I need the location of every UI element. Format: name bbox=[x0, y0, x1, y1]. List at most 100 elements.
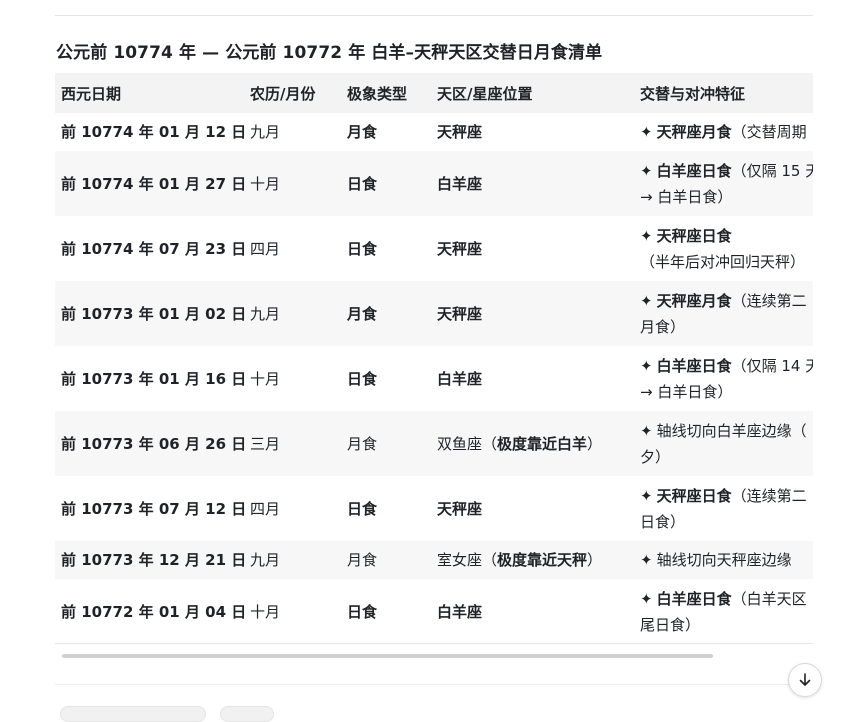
header-lunar: 农历/月份 bbox=[250, 84, 316, 103]
header-region: 天区/星座位置 bbox=[437, 84, 533, 103]
feature-line: ✦ 天秤座月食（交替周期 bbox=[640, 119, 813, 145]
feature-line-continued: 月食） bbox=[640, 317, 686, 336]
cell-features: ✦ 天秤座月食（连续第二月食） bbox=[634, 281, 813, 346]
region-emphasis: 极度靠近白羊 bbox=[497, 434, 588, 453]
feature-line: ✦ 天秤座月食（连续第二 bbox=[640, 288, 813, 314]
feature-detail: （白羊天区 bbox=[731, 589, 807, 608]
table-row: 前 10774 年 07 月 23 日四月 日食 天秤座 ✦ 天秤座日食 （半年后对冲回归… bbox=[55, 216, 813, 281]
feature-line-continued: → 白羊日食） bbox=[640, 187, 733, 206]
cell-features: ✦ 天秤座日食 （半年后对冲回归天秤） bbox=[634, 216, 813, 281]
feature-mark-icon: ✦ bbox=[640, 291, 653, 310]
feature-mark-icon: ✦ bbox=[640, 123, 653, 141]
feature-detail: （交替周期 bbox=[731, 123, 807, 141]
scroll-to-bottom-button[interactable] bbox=[788, 663, 822, 697]
cell-type: 月食 bbox=[347, 551, 378, 569]
feature-line: ✦ 白羊座日食（仅隔 15 天 bbox=[640, 158, 813, 184]
cell-region: 天秤座 bbox=[431, 476, 634, 541]
header-date: 西元日期 bbox=[61, 84, 122, 103]
cell-type: 月食 bbox=[347, 304, 378, 323]
feature-line: ✦ 天秤座日食 bbox=[640, 223, 813, 249]
cell-lunar: 九月 bbox=[250, 551, 281, 569]
cell-features: ✦ 天秤座月食（交替周期 bbox=[634, 113, 813, 151]
cell-date: 前 10773 年 01 月 16 日 bbox=[61, 369, 247, 388]
region-name: 天秤座 bbox=[437, 499, 483, 518]
feature-emphasis: 白羊座日食 bbox=[656, 356, 732, 375]
feature-line: ✦ 轴线切向天秤座边缘 bbox=[640, 547, 813, 573]
feature-detail: （连续第二 bbox=[731, 486, 807, 505]
cell-lunar: 四月 bbox=[250, 239, 281, 258]
table-row: 前 10773 年 01 月 16 日十月 日食 白羊座 ✦ 白羊座日食（仅隔 14 天… bbox=[55, 346, 813, 411]
cell-lunar: 九月 bbox=[250, 123, 281, 141]
action-chip[interactable] bbox=[60, 706, 206, 722]
table-row: 前 10773 年 07 月 12 日四月 日食 天秤座 ✦ 天秤座日食（连续第二 日食） bbox=[55, 476, 813, 541]
feature-line: ✦ 白羊座日食（仅隔 14 天 bbox=[640, 353, 813, 379]
cell-type: 日食 bbox=[347, 602, 378, 621]
cell-type: 月食 bbox=[347, 123, 378, 141]
cell-type: 日食 bbox=[347, 369, 378, 388]
cell-date: 前 10774 年 01 月 27 日 bbox=[61, 174, 247, 193]
cell-type: 月食 bbox=[347, 434, 378, 453]
feature-mark-icon: ✦ bbox=[640, 356, 653, 375]
feature-emphasis: 天秤座月食 bbox=[656, 123, 732, 141]
region-name: 白羊座 bbox=[437, 369, 483, 388]
feature-mark-icon: ✦ bbox=[640, 161, 653, 180]
action-chip[interactable] bbox=[220, 706, 274, 722]
region-name: 双鱼座（ bbox=[437, 434, 498, 453]
cell-lunar: 十月 bbox=[250, 602, 281, 621]
cell-features: ✦ 白羊座日食（白羊天区尾日食） bbox=[634, 579, 813, 644]
feature-detail: （仅隔 15 天 bbox=[731, 161, 813, 180]
horizontal-scrollbar[interactable] bbox=[62, 654, 713, 658]
cell-type: 日食 bbox=[347, 499, 378, 518]
table-row: 前 10773 年 12 月 21 日九月 月食 室女座（极度靠近天秤） ✦ 轴线切向天… bbox=[55, 541, 813, 579]
feature-mark-icon: ✦ bbox=[640, 421, 653, 440]
cell-region: 天秤座 bbox=[431, 216, 634, 281]
region-close: ） bbox=[587, 551, 603, 569]
cell-region: 天秤座 bbox=[431, 281, 634, 346]
table-row: 前 10774 年 01 月 12 日九月 月食 天秤座 ✦ 天秤座月食（交替周期 bbox=[55, 113, 813, 151]
cell-region: 室女座（极度靠近天秤） bbox=[431, 541, 634, 579]
table-row: 前 10773 年 01 月 02 日九月 月食 天秤座 ✦ 天秤座月食（连续第二 月食） bbox=[55, 281, 813, 346]
feature-mark-icon: ✦ bbox=[640, 226, 653, 245]
region-name: 白羊座 bbox=[437, 602, 483, 621]
table-row: 前 10774 年 01 月 27 日十月 日食 白羊座 ✦ 白羊座日食（仅隔 15 天… bbox=[55, 151, 813, 216]
header-features: 交替与对冲特征 bbox=[640, 84, 746, 103]
cell-lunar: 十月 bbox=[250, 174, 281, 193]
cell-features: ✦ 轴线切向天秤座边缘 bbox=[634, 541, 813, 579]
cell-region: 白羊座 bbox=[431, 346, 634, 411]
cell-date: 前 10773 年 07 月 12 日 bbox=[61, 499, 247, 518]
cell-date: 前 10774 年 07 月 23 日 bbox=[61, 239, 247, 258]
cell-region: 天秤座 bbox=[431, 113, 634, 151]
cell-features: ✦ 天秤座日食（连续第二 日食） bbox=[634, 476, 813, 541]
feature-line-continued: 尾日食） bbox=[640, 615, 701, 634]
table-row: 前 10773 年 06 月 26 日三月 月食 双鱼座（极度靠近白羊） ✦ 轴线切向白… bbox=[55, 411, 813, 476]
cell-features: ✦ 白羊座日食（仅隔 14 天 → 白羊日食） bbox=[634, 346, 813, 411]
feature-detail: （仅隔 14 天 bbox=[731, 356, 813, 375]
feature-emphasis: 天秤座月食 bbox=[656, 291, 732, 310]
feature-emphasis: 白羊座日食 bbox=[656, 161, 732, 180]
feature-mark-icon: ✦ bbox=[640, 589, 653, 608]
feature-line: ✦ 轴线切向白羊座边缘（ bbox=[640, 418, 813, 444]
cell-date: 前 10772 年 01 月 04 日 bbox=[61, 602, 247, 621]
feature-mark-icon: ✦ bbox=[640, 486, 653, 505]
table-bottom-divider bbox=[55, 643, 813, 644]
cell-lunar: 四月 bbox=[250, 499, 281, 518]
region-name: 室女座（ bbox=[437, 551, 498, 569]
region-close: ） bbox=[587, 434, 603, 453]
cell-features: ✦ 轴线切向白羊座边缘（ 夕） bbox=[634, 411, 813, 476]
eclipse-table: 西元日期 农历/月份 极象类型 天区/星座位置 交替与对冲特征 前 10774 … bbox=[55, 73, 813, 644]
feature-line-continued: → 白羊日食） bbox=[640, 382, 733, 401]
feature-emphasis: 白羊座日食 bbox=[656, 589, 732, 608]
cell-date: 前 10773 年 12 月 21 日 bbox=[61, 551, 247, 569]
header-type: 极象类型 bbox=[347, 84, 408, 103]
region-name: 天秤座 bbox=[437, 304, 483, 323]
cell-region: 白羊座 bbox=[431, 151, 634, 216]
region-emphasis: 极度靠近天秤 bbox=[497, 551, 588, 569]
feature-detail: 轴线切向白羊座边缘（ bbox=[656, 421, 807, 440]
arrow-down-icon bbox=[799, 673, 811, 686]
table-header-row: 西元日期 农历/月份 极象类型 天区/星座位置 交替与对冲特征 bbox=[55, 73, 813, 113]
page-title: 公元前 10774 年 — 公元前 10772 年 白羊–天秤天区交替日月食清单 bbox=[56, 43, 603, 63]
table-scroll-container[interactable]: 西元日期 农历/月份 极象类型 天区/星座位置 交替与对冲特征 前 10774 … bbox=[55, 73, 813, 644]
cell-date: 前 10774 年 01 月 12 日 bbox=[61, 123, 247, 141]
table-row: 前 10772 年 01 月 04 日十月 日食 白羊座 ✦ 白羊座日食（白羊天区尾日食… bbox=[55, 579, 813, 644]
cell-lunar: 九月 bbox=[250, 304, 281, 323]
